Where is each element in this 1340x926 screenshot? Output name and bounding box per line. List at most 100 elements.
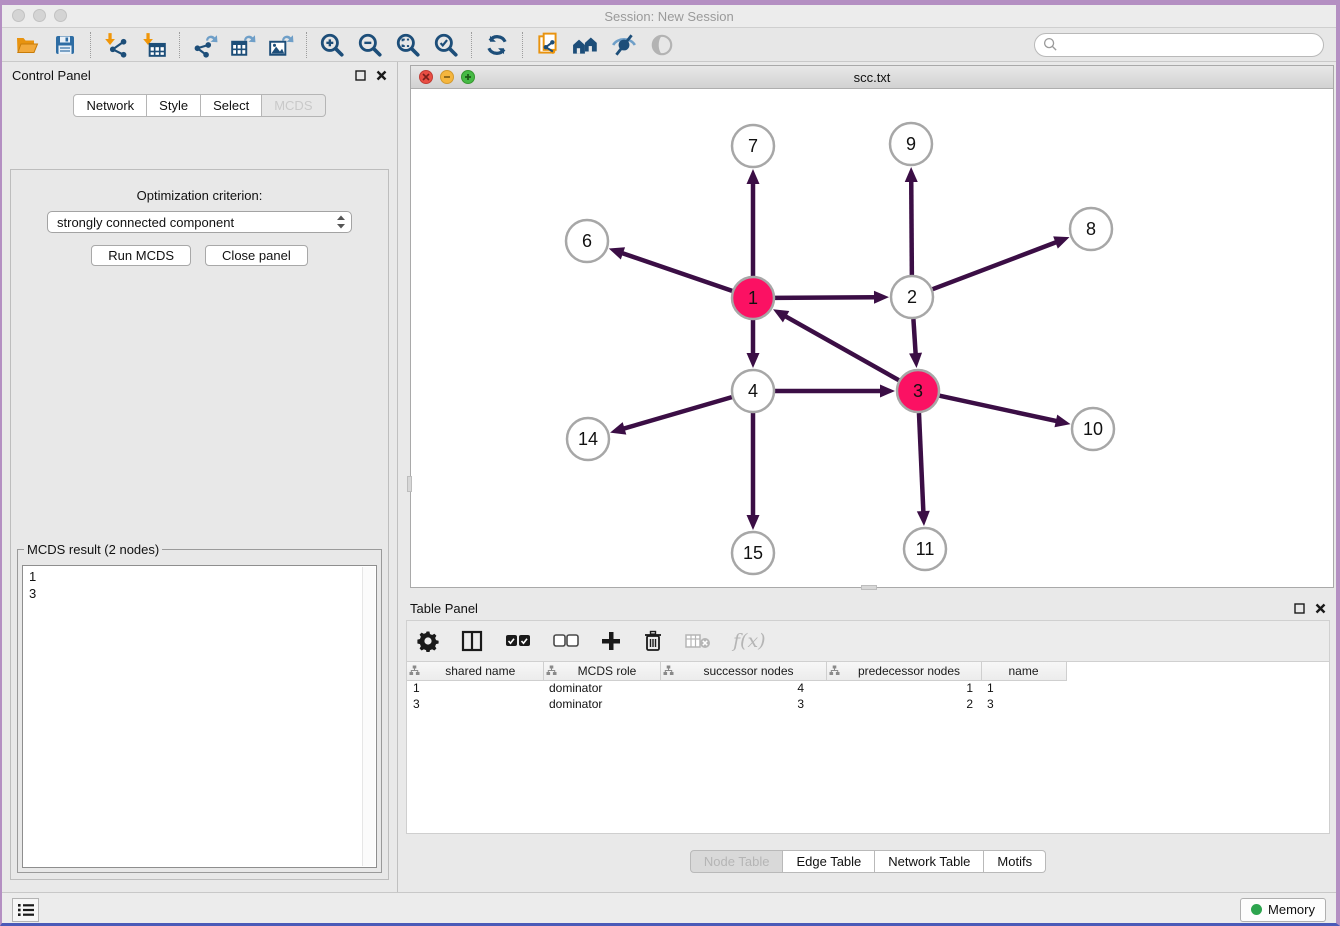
graph-node-label: 14 (578, 429, 598, 449)
delete-columns-button[interactable] (643, 630, 663, 652)
table-tab-motifs[interactable]: Motifs (984, 850, 1046, 873)
search-box[interactable] (1034, 33, 1324, 57)
window-resize-handle[interactable] (861, 585, 877, 590)
column-header-name[interactable]: name (981, 662, 1066, 680)
table-tab-node-table[interactable]: Node Table (690, 850, 784, 873)
close-panel-icon[interactable] (376, 70, 387, 81)
table-row[interactable]: 3dominator323 (407, 696, 1066, 712)
graph-edge-3-10[interactable] (939, 396, 1057, 422)
dropdown-stepper-icon (335, 214, 347, 230)
table-cell[interactable]: 3 (981, 696, 1066, 712)
table-cell[interactable]: 3 (660, 696, 826, 712)
hide-graphics-details-button[interactable] (605, 30, 643, 60)
window-title: Session: New Session (604, 9, 733, 24)
edge-arrowhead (747, 515, 760, 530)
graph-edge-4-14[interactable] (623, 397, 732, 429)
maximize-network-button[interactable] (461, 70, 475, 84)
import-network-button[interactable] (97, 30, 135, 60)
fit-content-button[interactable] (389, 30, 427, 60)
graph-node-label: 11 (916, 539, 935, 559)
table-toolbar: f(x) (406, 620, 1330, 662)
column-header-predecessor-nodes[interactable]: predecessor nodes (826, 662, 981, 680)
control-tab-style[interactable]: Style (147, 94, 201, 117)
edge-arrowhead (609, 247, 625, 259)
clone-network-button[interactable] (529, 30, 567, 60)
column-header-MCDS-role[interactable]: MCDS role (543, 662, 660, 680)
apply-layout-button[interactable] (478, 30, 516, 60)
import-table-button[interactable] (135, 30, 173, 60)
table-cell[interactable]: dominator (543, 680, 660, 696)
graph-edge-2-3[interactable] (913, 319, 915, 355)
table-settings-button[interactable] (417, 630, 439, 652)
split-columns-button[interactable] (461, 630, 483, 652)
delete-table-icon (685, 632, 711, 650)
table-tab-edge-table[interactable]: Edge Table (783, 850, 875, 873)
task-history-button[interactable] (12, 898, 39, 922)
add-column-button[interactable] (601, 631, 621, 651)
network-canvas[interactable]: 7968124314101511 (411, 89, 1333, 587)
graph-edge-1-2[interactable] (775, 297, 876, 298)
control-panel-title: Control Panel (12, 68, 355, 83)
table-cell[interactable]: 1 (407, 680, 543, 696)
function-builder-button[interactable]: f(x) (733, 630, 766, 652)
zoom-out-button[interactable] (351, 30, 389, 60)
graph-edge-3-1[interactable] (784, 316, 898, 381)
export-table-button[interactable] (224, 30, 262, 60)
table-row[interactable]: 1dominator411 (407, 680, 1066, 696)
minimize-network-button[interactable] (440, 70, 454, 84)
table-cell[interactable]: 3 (407, 696, 543, 712)
show-graphics-details-button[interactable] (643, 30, 681, 60)
column-header-successor-nodes[interactable]: successor nodes (660, 662, 826, 680)
table-cell[interactable]: 1 (826, 680, 981, 696)
close-panel-button[interactable]: Close panel (205, 245, 308, 266)
table-panel-title: Table Panel (410, 601, 1294, 616)
table-cell[interactable]: 4 (660, 680, 826, 696)
toolbar-separator (306, 32, 307, 58)
table-cell[interactable]: 1 (981, 680, 1066, 696)
search-input[interactable] (1063, 38, 1315, 52)
select-all-columns-button[interactable] (505, 634, 531, 648)
edge-arrowhead (905, 167, 918, 182)
memory-button[interactable]: Memory (1240, 898, 1326, 922)
columns-icon (461, 630, 483, 652)
export-network-button[interactable] (186, 30, 224, 60)
control-panel: Control Panel NetworkStyleSelectMCDS Opt… (2, 62, 398, 892)
save-session-button[interactable] (46, 30, 84, 60)
close-panel-icon[interactable] (1315, 603, 1326, 614)
export-image-button[interactable] (262, 30, 300, 60)
float-panel-icon[interactable] (1294, 603, 1305, 614)
edge-arrowhead (747, 353, 760, 368)
network-window-titlebar[interactable]: scc.txt (411, 66, 1333, 89)
zoom-selected-button[interactable] (427, 30, 465, 60)
control-tab-select[interactable]: Select (201, 94, 262, 117)
first-neighbors-button[interactable] (567, 30, 605, 60)
zoom-in-button[interactable] (313, 30, 351, 60)
float-panel-icon[interactable] (355, 70, 366, 81)
mcds-result-text[interactable]: 13 (22, 565, 377, 868)
mcds-pane: Optimization criterion: strongly connect… (10, 169, 389, 880)
edge-arrowhead (880, 385, 895, 398)
graph-edge-3-11[interactable] (919, 413, 923, 513)
graph-edge-2-8[interactable] (933, 242, 1058, 289)
close-window-button[interactable] (12, 9, 25, 22)
delete-table-button[interactable] (685, 632, 711, 650)
table-tab-network-table[interactable]: Network Table (875, 850, 984, 873)
panel-resize-handle[interactable] (407, 476, 412, 492)
table-cell[interactable]: 2 (826, 696, 981, 712)
graph-edge-2-9[interactable] (911, 180, 912, 275)
control-tab-mcds[interactable]: MCDS (262, 94, 325, 117)
zoom-window-button[interactable] (54, 9, 67, 22)
open-session-button[interactable] (8, 30, 46, 60)
graph-edge-1-6[interactable] (621, 253, 732, 291)
close-network-button[interactable] (419, 70, 433, 84)
column-header-shared-name[interactable]: shared name (407, 662, 543, 680)
mcds-result-box: MCDS result (2 nodes) 13 (17, 542, 382, 873)
table-cell[interactable]: dominator (543, 696, 660, 712)
result-scrollbar[interactable] (362, 567, 375, 866)
deselect-all-columns-button[interactable] (553, 634, 579, 648)
save-floppy-icon (53, 33, 77, 57)
run-mcds-button[interactable]: Run MCDS (91, 245, 191, 266)
optimization-criterion-dropdown[interactable]: strongly connected component (47, 211, 352, 233)
minimize-window-button[interactable] (33, 9, 46, 22)
control-tab-network[interactable]: Network (73, 94, 147, 117)
